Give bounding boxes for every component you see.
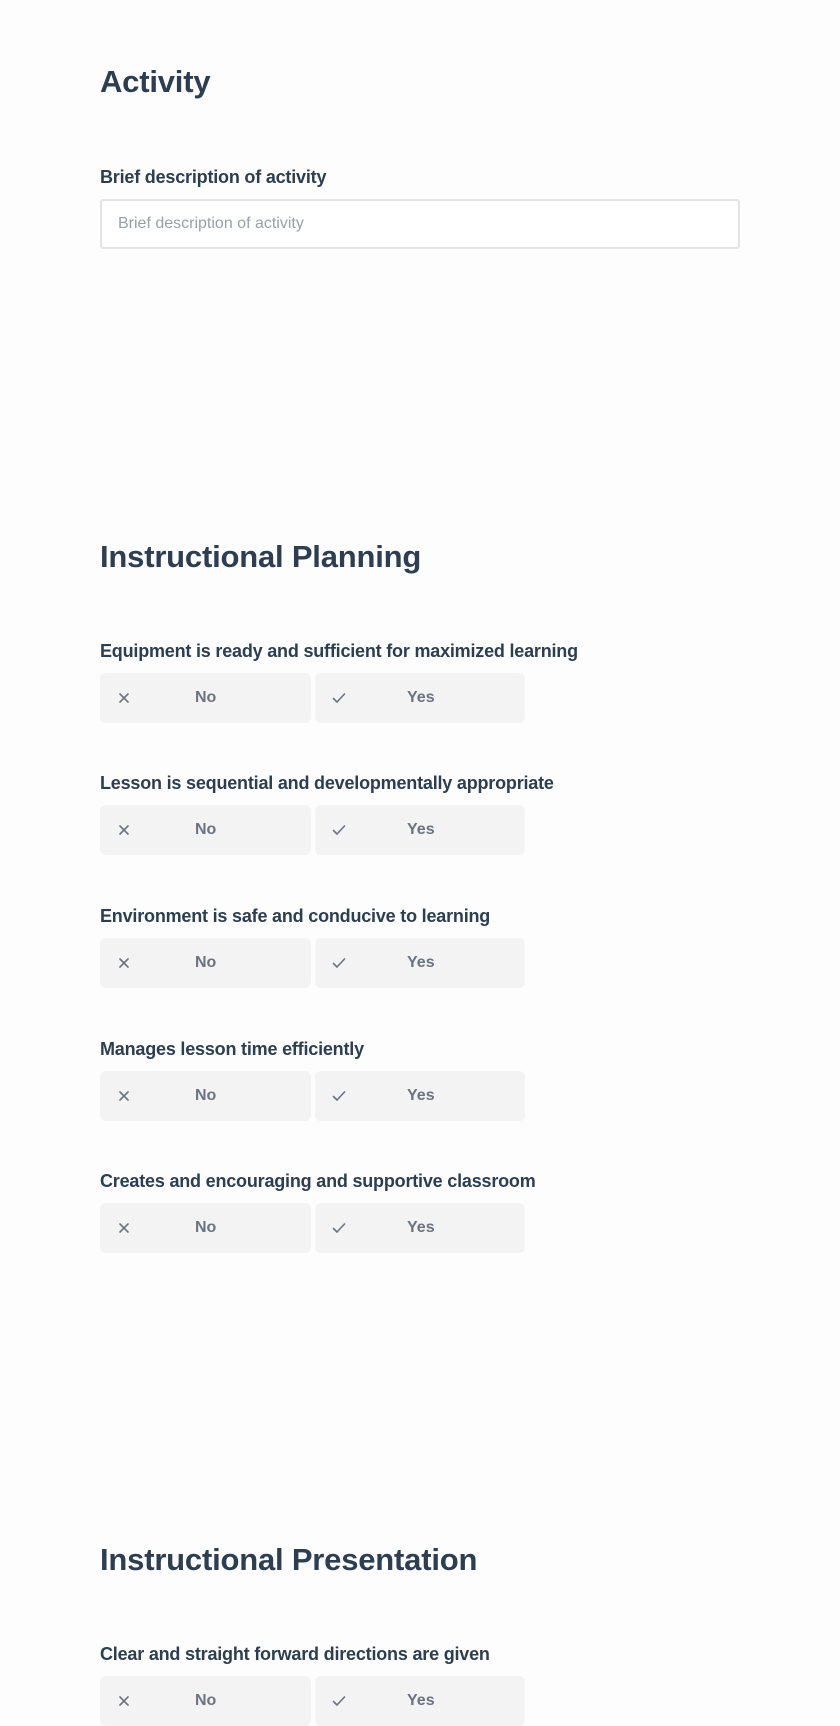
yes-option-button[interactable]: Yes [315, 1203, 525, 1253]
question-label: Clear and straight forward directions ar… [100, 1644, 490, 1664]
no-option-button[interactable]: No [100, 938, 311, 988]
yes-no-choice-group: No Yes [100, 1071, 526, 1121]
question-label: Lesson is sequential and developmentally… [100, 773, 554, 793]
yes-option-label: Yes [407, 954, 435, 971]
section-title-instructional-planning: Instructional Planning [100, 539, 422, 574]
no-option-label: No [195, 689, 217, 706]
no-option-button[interactable]: No [100, 1676, 311, 1726]
no-option-button[interactable]: No [100, 805, 311, 855]
question-label: Equipment is ready and sufficient for ma… [100, 641, 578, 661]
x-icon [114, 953, 134, 973]
yes-option-label: Yes [407, 1219, 435, 1236]
check-icon [329, 688, 349, 708]
no-option-label: No [195, 954, 217, 971]
no-option-label: No [195, 1692, 217, 1709]
yes-no-choice-group: No Yes [100, 805, 526, 855]
question-label: Environment is safe and conducive to lea… [100, 906, 491, 926]
x-icon [114, 688, 134, 708]
x-icon [114, 1218, 134, 1238]
question-label: Creates and encouraging and supportive c… [100, 1171, 536, 1191]
no-option-label: No [195, 821, 217, 838]
x-icon [114, 1086, 134, 1106]
yes-option-label: Yes [407, 1692, 435, 1709]
activity-description-input[interactable] [100, 199, 740, 249]
section-title-activity: Activity [100, 64, 211, 99]
x-icon [114, 1691, 134, 1711]
yes-option-label: Yes [407, 1087, 435, 1104]
check-icon [329, 953, 349, 973]
yes-no-choice-group: No Yes [100, 938, 526, 988]
no-option-label: No [195, 1219, 217, 1236]
yes-option-button[interactable]: Yes [315, 805, 525, 855]
question-label: Manages lesson time efficiently [100, 1039, 364, 1059]
yes-option-button[interactable]: Yes [315, 938, 525, 988]
check-icon [329, 1086, 349, 1106]
no-option-button[interactable]: No [100, 1071, 311, 1121]
no-option-button[interactable]: No [100, 673, 311, 723]
yes-no-choice-group: No Yes [100, 673, 526, 723]
yes-option-label: Yes [407, 689, 435, 706]
section-title-instructional-presentation: Instructional Presentation [100, 1542, 478, 1577]
no-option-button[interactable]: No [100, 1203, 311, 1253]
yes-no-choice-group: No Yes [100, 1676, 526, 1726]
yes-option-button[interactable]: Yes [315, 673, 525, 723]
yes-no-choice-group: No Yes [100, 1203, 526, 1253]
yes-option-button[interactable]: Yes [315, 1676, 525, 1726]
yes-option-button[interactable]: Yes [315, 1071, 525, 1121]
check-icon [329, 1691, 349, 1711]
check-icon [329, 820, 349, 840]
no-option-label: No [195, 1087, 217, 1104]
check-icon [329, 1218, 349, 1238]
x-icon [114, 820, 134, 840]
yes-option-label: Yes [407, 821, 435, 838]
activity-description-label: Brief description of activity [100, 167, 327, 187]
